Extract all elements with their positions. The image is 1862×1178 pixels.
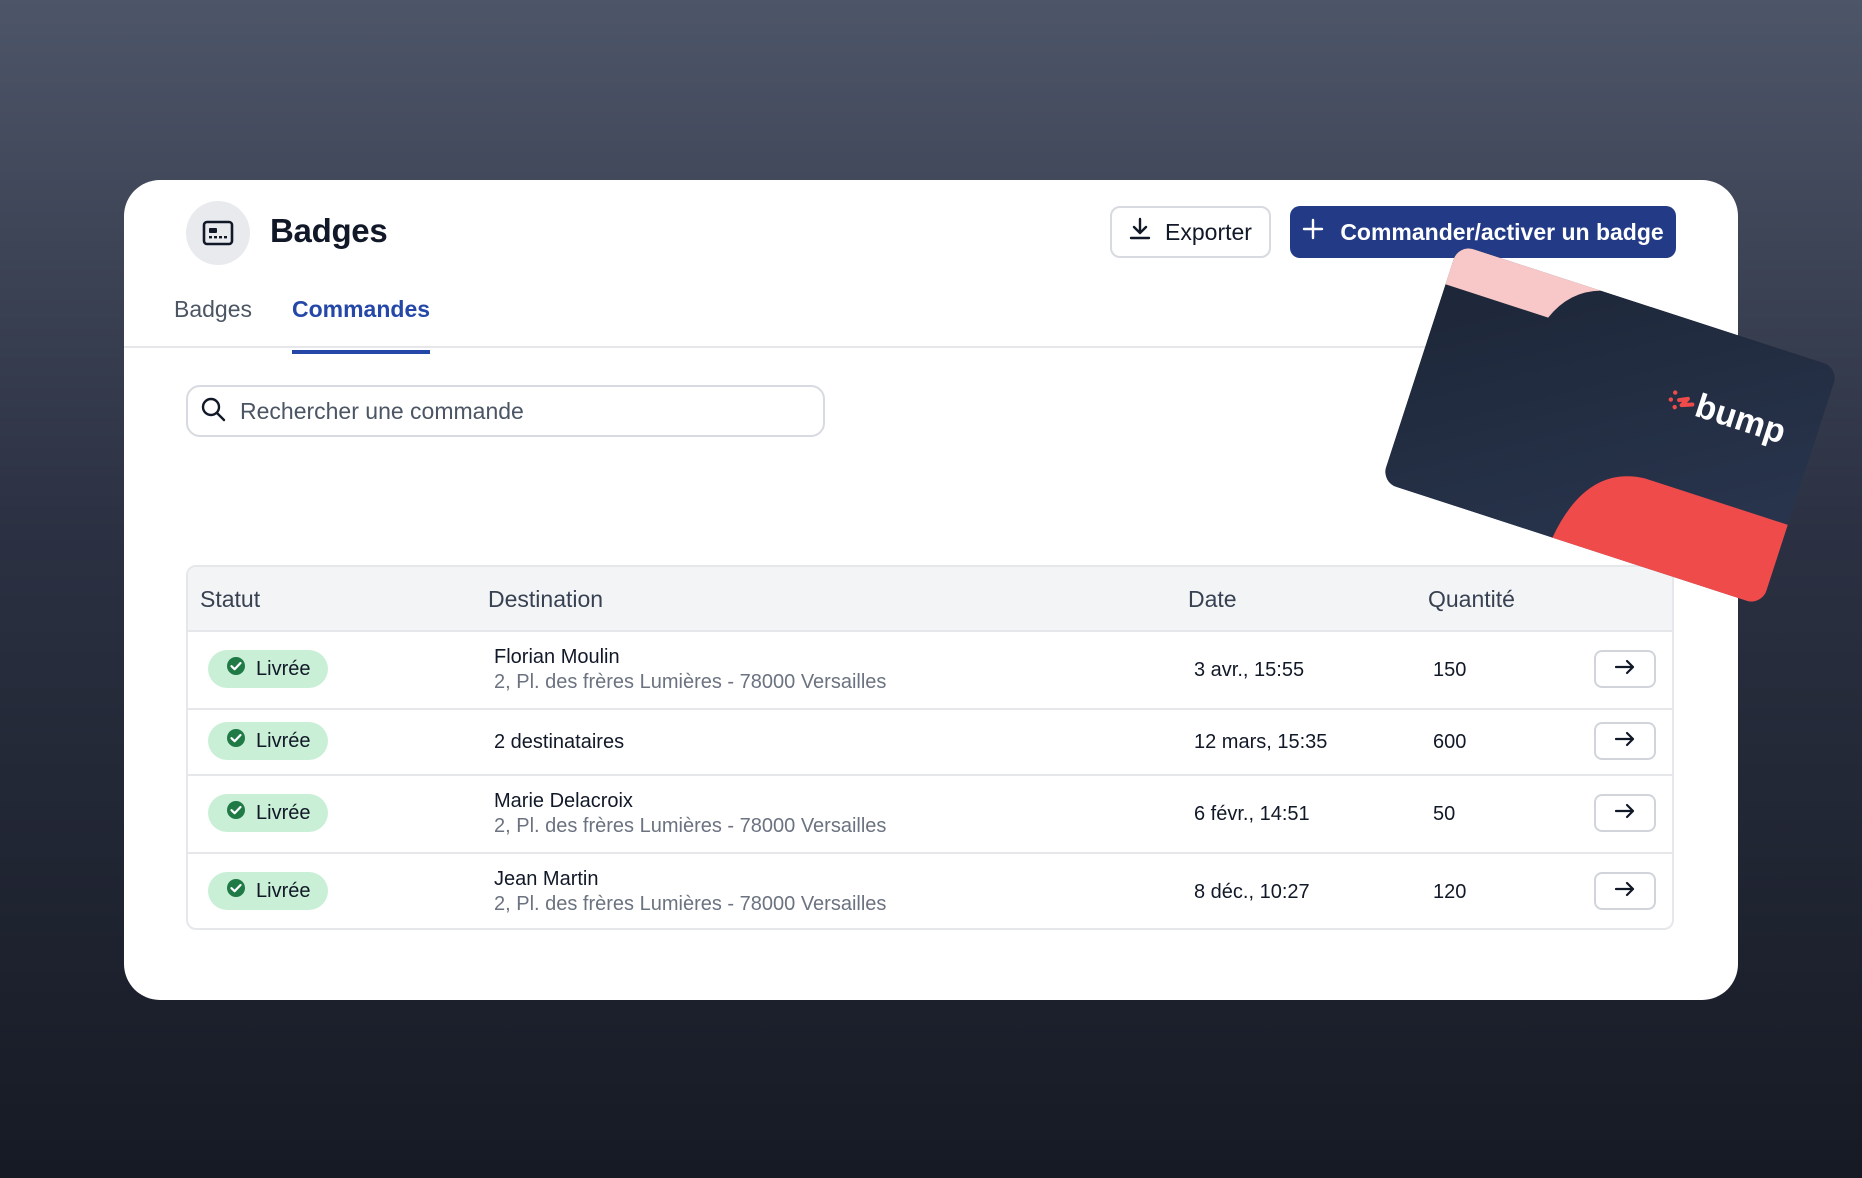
table-row[interactable]: Livrée Marie Delacroix 2, Pl. des frères… [188,774,1672,852]
order-badge-label: Commander/activer un badge [1340,218,1664,245]
recipient-name: Florian Moulin [494,646,620,668]
arrow-right-icon [1614,880,1636,903]
export-button[interactable]: Exporter [1110,206,1271,258]
order-quantity: 50 [1433,803,1456,825]
status-badge: Livrée [208,722,328,760]
recipient-address: 2, Pl. des frères Lumières - 78000 Versa… [494,671,887,693]
column-header-date: Date [1188,586,1237,612]
search-icon [200,396,226,427]
arrow-right-icon [1614,730,1636,753]
orders-table: Statut Destination Date Quantité Livrée … [186,565,1674,930]
check-circle-icon [226,656,246,682]
status-badge: Livrée [208,794,328,832]
tab-commandes[interactable]: Commandes [292,292,431,354]
order-quantity: 120 [1433,881,1467,903]
order-date: 12 mars, 15:35 [1194,731,1328,753]
status-label: Livrée [256,729,311,752]
destination-cell: Jean Martin 2, Pl. des frères Lumières -… [494,867,886,917]
status-label: Livrée [256,879,311,902]
check-circle-icon [226,728,246,754]
open-order-button[interactable] [1594,722,1656,760]
check-circle-icon [226,800,246,826]
recipient-name: 2 destinataires [494,731,625,753]
column-header-quantite: Quantité [1428,586,1515,612]
table-row[interactable]: Livrée 2 destinataires 12 mars, 15:35 60… [188,708,1672,774]
status-badge: Livrée [208,650,328,688]
status-label: Livrée [256,801,311,824]
recipient-address: 2, Pl. des frères Lumières - 78000 Versa… [494,893,887,915]
download-icon [1129,217,1151,247]
page-title: Badges [270,212,388,249]
arrow-right-icon [1614,658,1636,681]
order-date: 6 févr., 14:51 [1194,803,1310,825]
order-badge-button[interactable]: Commander/activer un badge [1290,206,1676,258]
column-header-destination: Destination [488,586,604,612]
column-header-statut: Statut [200,586,261,612]
destination-cell: 2 destinataires [494,730,624,755]
open-order-button[interactable] [1594,794,1656,832]
order-quantity: 150 [1433,659,1467,681]
table-row[interactable]: Livrée Jean Martin 2, Pl. des frères Lum… [188,852,1672,928]
recipient-name: Jean Martin [494,868,599,890]
order-quantity: 600 [1433,731,1467,753]
check-circle-icon [226,878,246,904]
open-order-button[interactable] [1594,650,1656,688]
order-date: 8 déc., 10:27 [1194,881,1310,903]
badge-card-icon [186,201,250,265]
tab-badges[interactable]: Badges [174,292,252,354]
destination-cell: Florian Moulin 2, Pl. des frères Lumière… [494,645,886,695]
table-header: Statut Destination Date Quantité [188,567,1672,630]
open-order-button[interactable] [1594,872,1656,910]
status-label: Livrée [256,657,311,680]
status-badge: Livrée [208,872,328,910]
order-date: 3 avr., 15:55 [1194,659,1305,681]
recipient-name: Marie Delacroix [494,790,633,812]
recipient-address: 2, Pl. des frères Lumières - 78000 Versa… [494,815,887,837]
plus-icon [1302,218,1324,246]
search-field[interactable] [186,385,825,437]
arrow-right-icon [1614,802,1636,825]
table-row[interactable]: Livrée Florian Moulin 2, Pl. des frères … [188,630,1672,708]
destination-cell: Marie Delacroix 2, Pl. des frères Lumièr… [494,789,886,839]
search-input[interactable] [240,397,780,425]
export-label: Exporter [1165,218,1252,245]
